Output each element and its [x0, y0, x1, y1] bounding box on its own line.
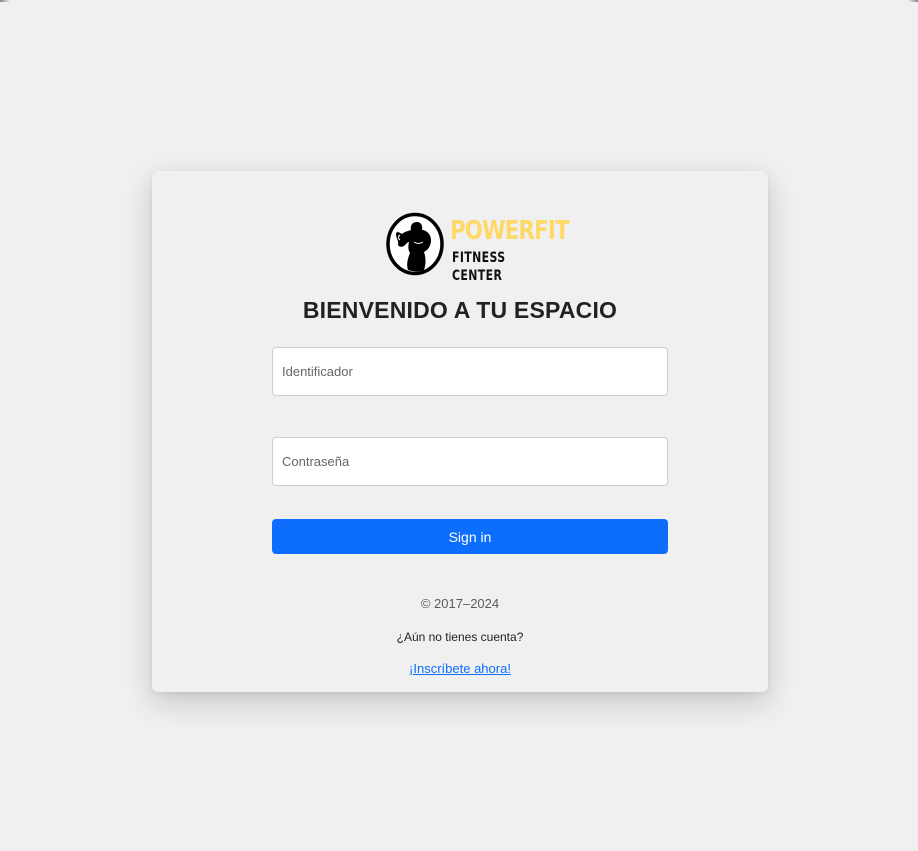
- page-background: POWERFIT FITNESS CENTER BIENVENIDO A TU …: [0, 0, 918, 851]
- login-card: POWERFIT FITNESS CENTER BIENVENIDO A TU …: [152, 171, 768, 692]
- page-title: BIENVENIDO A TU ESPACIO: [302, 297, 618, 323]
- sign-in-button[interactable]: Sign in: [272, 519, 668, 554]
- signup-link[interactable]: ¡Inscríbete ahora!: [409, 661, 511, 676]
- signup-link-container: ¡Inscríbete ahora!: [152, 661, 768, 676]
- copyright-text: © 2017–2024: [420, 596, 500, 611]
- brand-logo: POWERFIT FITNESS CENTER: [386, 212, 570, 284]
- brand-name: POWERFIT: [450, 216, 570, 246]
- bodybuilder-emblem-icon: [386, 212, 444, 276]
- identifier-input[interactable]: [272, 347, 668, 396]
- brand-tagline: FITNESS CENTER: [452, 250, 506, 284]
- no-account-text: ¿Aún no tienes cuenta?: [396, 630, 524, 644]
- password-input[interactable]: [272, 437, 668, 486]
- window-edge: [0, 0, 918, 2]
